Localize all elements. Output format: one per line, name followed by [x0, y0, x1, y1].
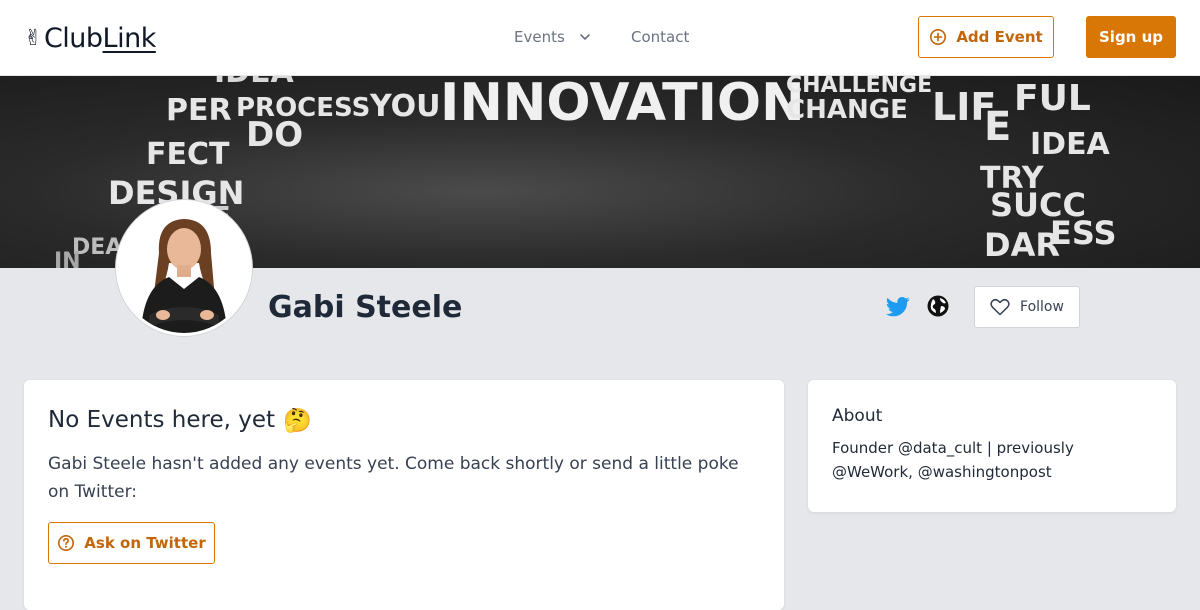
ask-on-twitter-label: Ask on Twitter	[84, 534, 206, 552]
question-circle-icon	[58, 534, 75, 552]
heart-icon	[990, 298, 1010, 316]
banner-word: IDEA	[1030, 127, 1111, 162]
follow-label: Follow	[1020, 299, 1064, 315]
banner-word: FECT	[146, 137, 230, 172]
banner-word: DO	[246, 115, 303, 155]
events-empty-description: Gabi Steele hasn't added any events yet.…	[48, 454, 739, 502]
events-empty-title: No Events here, yet 🤔	[48, 404, 760, 436]
banner-word: IDEA	[214, 76, 295, 90]
ask-on-twitter-button[interactable]: Ask on Twitter	[48, 522, 215, 564]
add-event-button[interactable]: Add Event	[918, 16, 1054, 58]
nav-events-dropdown[interactable]: Events	[514, 26, 591, 48]
logo-text-club: Club	[43, 22, 103, 54]
add-event-label: Add Event	[956, 28, 1043, 46]
banner-word: ESS	[1050, 214, 1117, 252]
nav-events-label: Events	[514, 28, 565, 46]
banner-word: FUL	[1014, 78, 1091, 119]
events-empty-title-text: No Events here, yet	[48, 407, 276, 433]
top-navbar: ✌ Club Link Events Contact Add Event Sig…	[0, 0, 1200, 76]
plus-circle-icon	[930, 28, 947, 46]
clublink-logo[interactable]: ✌ Club Link	[24, 20, 156, 56]
about-title: About	[832, 406, 883, 426]
profile-name: Gabi Steele	[268, 289, 463, 325]
peace-hand-icon: ✌	[24, 25, 42, 51]
signup-button[interactable]: Sign up	[1086, 16, 1176, 58]
banner-word: IN	[54, 249, 81, 268]
about-bio: Founder @data_cult | previously @WeWork,…	[832, 439, 1074, 481]
banner-word: E	[984, 104, 1011, 150]
twitter-profile-link[interactable]	[885, 294, 911, 320]
about-card: About Founder @data_cult | previously @W…	[808, 380, 1176, 512]
banner-word: DAR	[984, 226, 1060, 264]
banner-word: YOU	[369, 89, 441, 124]
thinking-face-icon: 🤔	[283, 407, 312, 434]
banner-word: CHANGE	[786, 95, 908, 125]
avatar-portrait	[119, 203, 249, 333]
nav-contact-link[interactable]: Contact	[631, 26, 689, 48]
follow-button[interactable]: Follow	[974, 286, 1080, 328]
website-link[interactable]	[926, 294, 950, 318]
profile-avatar	[116, 200, 252, 336]
banner-word: INNOVATION	[440, 76, 805, 133]
globe-icon	[927, 295, 949, 317]
logo-text-link: Link	[102, 22, 157, 54]
twitter-icon	[886, 297, 910, 317]
banner-word: PER	[166, 93, 232, 128]
chevron-down-icon	[579, 34, 590, 40]
events-card: No Events here, yet 🤔 Gabi Steele hasn't…	[24, 380, 784, 610]
